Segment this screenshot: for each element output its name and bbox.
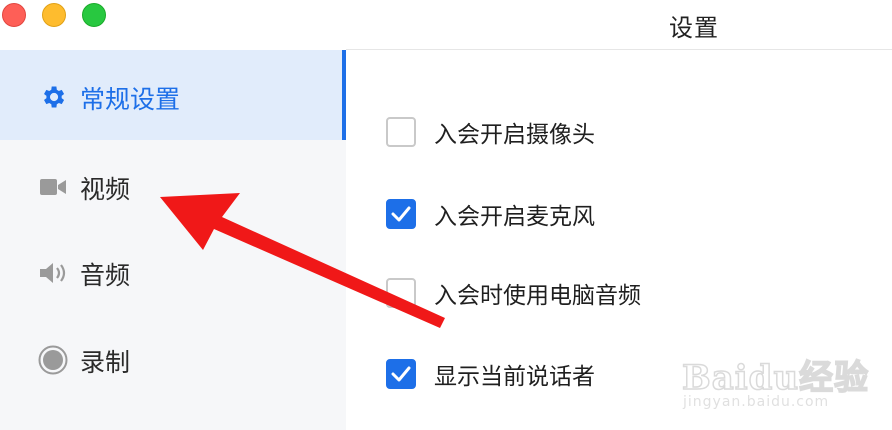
checkmark-icon (391, 366, 411, 382)
sidebar-item-video[interactable]: 视频 (0, 140, 342, 230)
sidebar-item-general[interactable]: 常规设置 (0, 50, 342, 140)
watermark-url: jingyan.baidu.com (683, 394, 830, 410)
sidebar-item-record[interactable]: 录制 (0, 313, 342, 403)
title-bar (346, 0, 892, 50)
sidebar: 常规设置 视频 音频 录制 (0, 50, 346, 430)
sidebar-item-audio[interactable]: 音频 (0, 226, 342, 316)
option-label: 入会开启摄像头 (434, 122, 595, 148)
option-label: 入会时使用电脑音频 (434, 283, 641, 309)
speaker-icon (38, 258, 68, 288)
checkmark-icon (391, 206, 411, 222)
checkbox[interactable] (386, 359, 416, 389)
window-title: 设置 (669, 14, 719, 42)
option-label: 显示当前说话者 (434, 364, 595, 390)
minimize-window-button[interactable] (42, 3, 66, 27)
settings-window: 设置 常规设置 视频 音频 录制 入会开启摄像头 入会开启麦克风 入会时使用电脑… (0, 0, 892, 430)
maximize-window-button[interactable] (82, 3, 106, 27)
option-show-speaker[interactable]: 显示当前说话者 (386, 357, 595, 391)
sidebar-item-label: 音频 (80, 261, 131, 290)
checkbox[interactable] (386, 117, 416, 147)
option-camera-on-join[interactable]: 入会开启摄像头 (386, 115, 595, 149)
watermark-brand: Baidu经验 (681, 357, 870, 399)
option-computer-audio[interactable]: 入会时使用电脑音频 (386, 276, 641, 310)
sidebar-item-label: 视频 (80, 175, 131, 204)
sidebar-item-label: 录制 (80, 348, 131, 377)
checkbox[interactable] (386, 278, 416, 308)
sidebar-item-label: 常规设置 (80, 85, 181, 114)
watermark: Baidu经验 jingyan.baidu.com (680, 330, 880, 420)
video-camera-icon (38, 172, 68, 202)
checkbox[interactable] (386, 199, 416, 229)
option-mic-on-join[interactable]: 入会开启麦克风 (386, 197, 595, 231)
close-window-button[interactable] (2, 3, 26, 27)
gear-icon (38, 82, 68, 112)
option-label: 入会开启麦克风 (434, 204, 595, 230)
record-icon (38, 345, 68, 375)
